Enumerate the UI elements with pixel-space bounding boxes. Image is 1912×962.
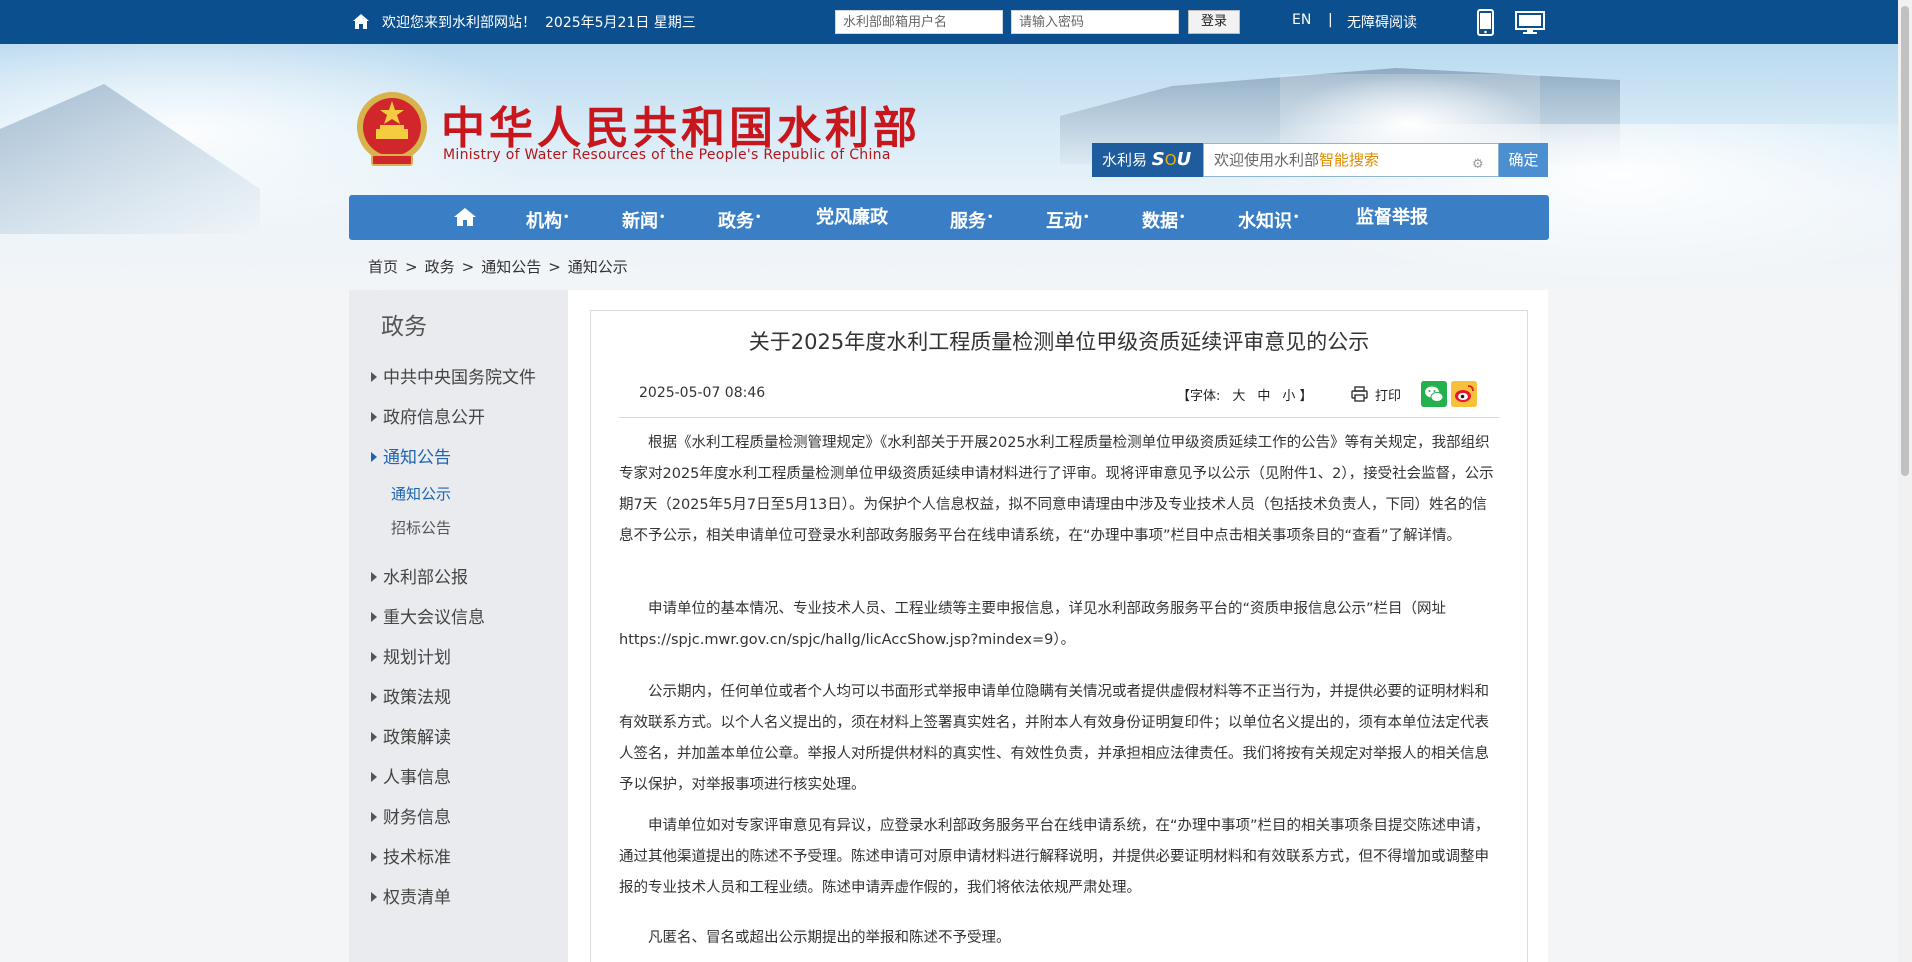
triangle-right-icon (371, 692, 377, 702)
nav-item-services[interactable]: 服务• (950, 195, 993, 240)
triangle-right-icon (371, 372, 377, 382)
triangle-right-icon (371, 852, 377, 862)
article-paragraph: 凡匿名、冒名或超出公示期提出的举报和陈述不予受理。 (648, 930, 1011, 946)
search-input[interactable]: 欢迎使用水利部智能搜索 (1203, 143, 1499, 177)
sidebar-subitem-tender-notice[interactable]: 招标公告 (391, 517, 451, 538)
wechat-share-icon[interactable] (1421, 381, 1447, 407)
triangle-right-icon (371, 612, 377, 622)
breadcrumb: 首页 > 政务 > 通知公告 > 通知公示 (368, 256, 635, 277)
article-paragraph: 申请单位的基本情况、专业技术人员、工程业绩等主要申报信息，详见水利部政务服务平台… (619, 601, 1447, 648)
nav-item-government[interactable]: 政务• (718, 195, 761, 240)
triangle-right-icon (371, 452, 377, 462)
username-input[interactable] (835, 10, 1003, 34)
weibo-share-icon[interactable] (1451, 381, 1477, 407)
search-brand: 水利易 SOU (1092, 143, 1203, 177)
article-paragraph: 根据《水利工程质量检测管理规定》《水利部关于开展2025水利工程质量检测单位甲级… (619, 435, 1494, 544)
triangle-right-icon (371, 772, 377, 782)
article-title: 关于2025年度水利工程质量检测单位甲级资质延续评审意见的公示 (748, 330, 1370, 354)
nav-item-report[interactable]: 监督举报 (1356, 195, 1428, 240)
sidebar-item-regulations[interactable]: 政策法规 (371, 683, 451, 708)
sidebar-item-bulletin[interactable]: 水利部公报 (371, 563, 468, 588)
top-bar: 欢迎您来到水利部网站！ 2025年5月21日 星期三 登录 EN | 无障碍阅读 (0, 0, 1898, 44)
divider (619, 417, 1499, 418)
sidebar-item-standards[interactable]: 技术标准 (371, 843, 451, 868)
printer-icon[interactable] (1351, 386, 1368, 402)
sidebar-item-finance[interactable]: 财务信息 (371, 803, 451, 828)
font-medium-button[interactable]: 中 (1257, 389, 1270, 404)
search-button[interactable]: 确定 (1499, 143, 1548, 177)
breadcrumb-home[interactable]: 首页 (368, 258, 398, 276)
article-date: 2025-05-07 08:46 (639, 385, 766, 401)
welcome-text: 欢迎您来到水利部网站！ (382, 15, 536, 31)
password-input[interactable] (1011, 10, 1179, 34)
sidebar-item-personnel[interactable]: 人事信息 (371, 763, 451, 788)
national-emblem-icon (357, 92, 427, 166)
article-paragraph: 申请单位如对专家评审意见有异议，应登录水利部政务服务平台在线申请系统，在“办理中… (619, 818, 1490, 896)
triangle-right-icon (371, 732, 377, 742)
font-large-button[interactable]: 大 (1232, 389, 1245, 404)
triangle-right-icon (371, 812, 377, 822)
sidebar-item-policy-interpretation[interactable]: 政策解读 (371, 723, 451, 748)
sidebar-item-meetings[interactable]: 重大会议信息 (371, 603, 485, 628)
breadcrumb-separator: > (405, 258, 418, 276)
font-size-switcher: 【字体: 大中小 】 (1177, 385, 1313, 404)
breadcrumb-separator: > (461, 258, 475, 276)
article: 关于2025年度水利工程质量检测单位甲级资质延续评审意见的公示 2025-05-… (590, 310, 1528, 962)
triangle-right-icon (371, 412, 377, 422)
site-title-english: Ministry of Water Resources of the Peopl… (443, 147, 891, 163)
triangle-right-icon (371, 572, 377, 582)
gear-icon[interactable]: ⚙ (1472, 157, 1484, 172)
mobile-icon[interactable] (1477, 9, 1494, 36)
breadcrumb-separator: > (548, 258, 561, 276)
sidebar-subitem-public-notice[interactable]: 通知公示 (391, 483, 451, 504)
page-scrollbar[interactable] (1898, 0, 1912, 962)
sidebar-item-central-docs[interactable]: 中共中央国务院文件 (371, 363, 536, 388)
triangle-right-icon (371, 652, 377, 662)
nav-item-org[interactable]: 机构• (526, 195, 569, 240)
article-paragraph: 公示期内，任何单位或者个人均可以书面形式举报申请单位隐瞒有关情况或者提供虚假材料… (619, 684, 1489, 793)
font-label: 【字体: (1177, 389, 1221, 404)
font-small-button[interactable]: 小 】 (1282, 389, 1312, 404)
breadcrumb-government[interactable]: 政务 (425, 258, 455, 276)
sidebar: 政务 中共中央国务院文件 政府信息公开 通知公告 通知公示 招标公告 水利部公报… (349, 290, 568, 962)
sidebar-item-notices[interactable]: 通知公告 (371, 443, 451, 468)
nav-item-news[interactable]: 新闻• (622, 195, 665, 240)
sidebar-item-info-disclosure[interactable]: 政府信息公开 (371, 403, 485, 428)
breadcrumb-notices[interactable]: 通知公告 (481, 258, 541, 276)
triangle-right-icon (371, 892, 377, 902)
sidebar-item-planning[interactable]: 规划计划 (371, 643, 451, 668)
header-banner (0, 44, 1898, 294)
nav-item-integrity[interactable]: 党风廉政 (816, 195, 888, 240)
nav-item-interaction[interactable]: 互动• (1046, 195, 1089, 240)
home-icon[interactable] (352, 13, 370, 30)
breadcrumb-current[interactable]: 通知公示 (568, 258, 628, 276)
sidebar-heading: 政务 (381, 314, 427, 340)
topbar-separator: | (1328, 12, 1333, 28)
sidebar-item-responsibility-list[interactable]: 权责清单 (371, 883, 451, 908)
nav-item-water-knowledge[interactable]: 水知识• (1238, 195, 1299, 240)
main-nav: 机构• 新闻• 政务• 党风廉政 服务• 互动• 数据• 水知识• 监督举报 (349, 195, 1549, 240)
print-button[interactable]: 打印 (1375, 385, 1401, 404)
scrollbar-thumb[interactable] (1901, 6, 1909, 476)
nav-item-data[interactable]: 数据• (1142, 195, 1185, 240)
home-icon[interactable] (453, 207, 477, 227)
accessibility-link[interactable]: 无障碍阅读 (1347, 12, 1417, 32)
login-button[interactable]: 登录 (1188, 10, 1240, 34)
desktop-icon[interactable] (1515, 11, 1545, 35)
english-link[interactable]: EN (1292, 12, 1311, 28)
current-date: 2025年5月21日 星期三 (545, 15, 696, 31)
